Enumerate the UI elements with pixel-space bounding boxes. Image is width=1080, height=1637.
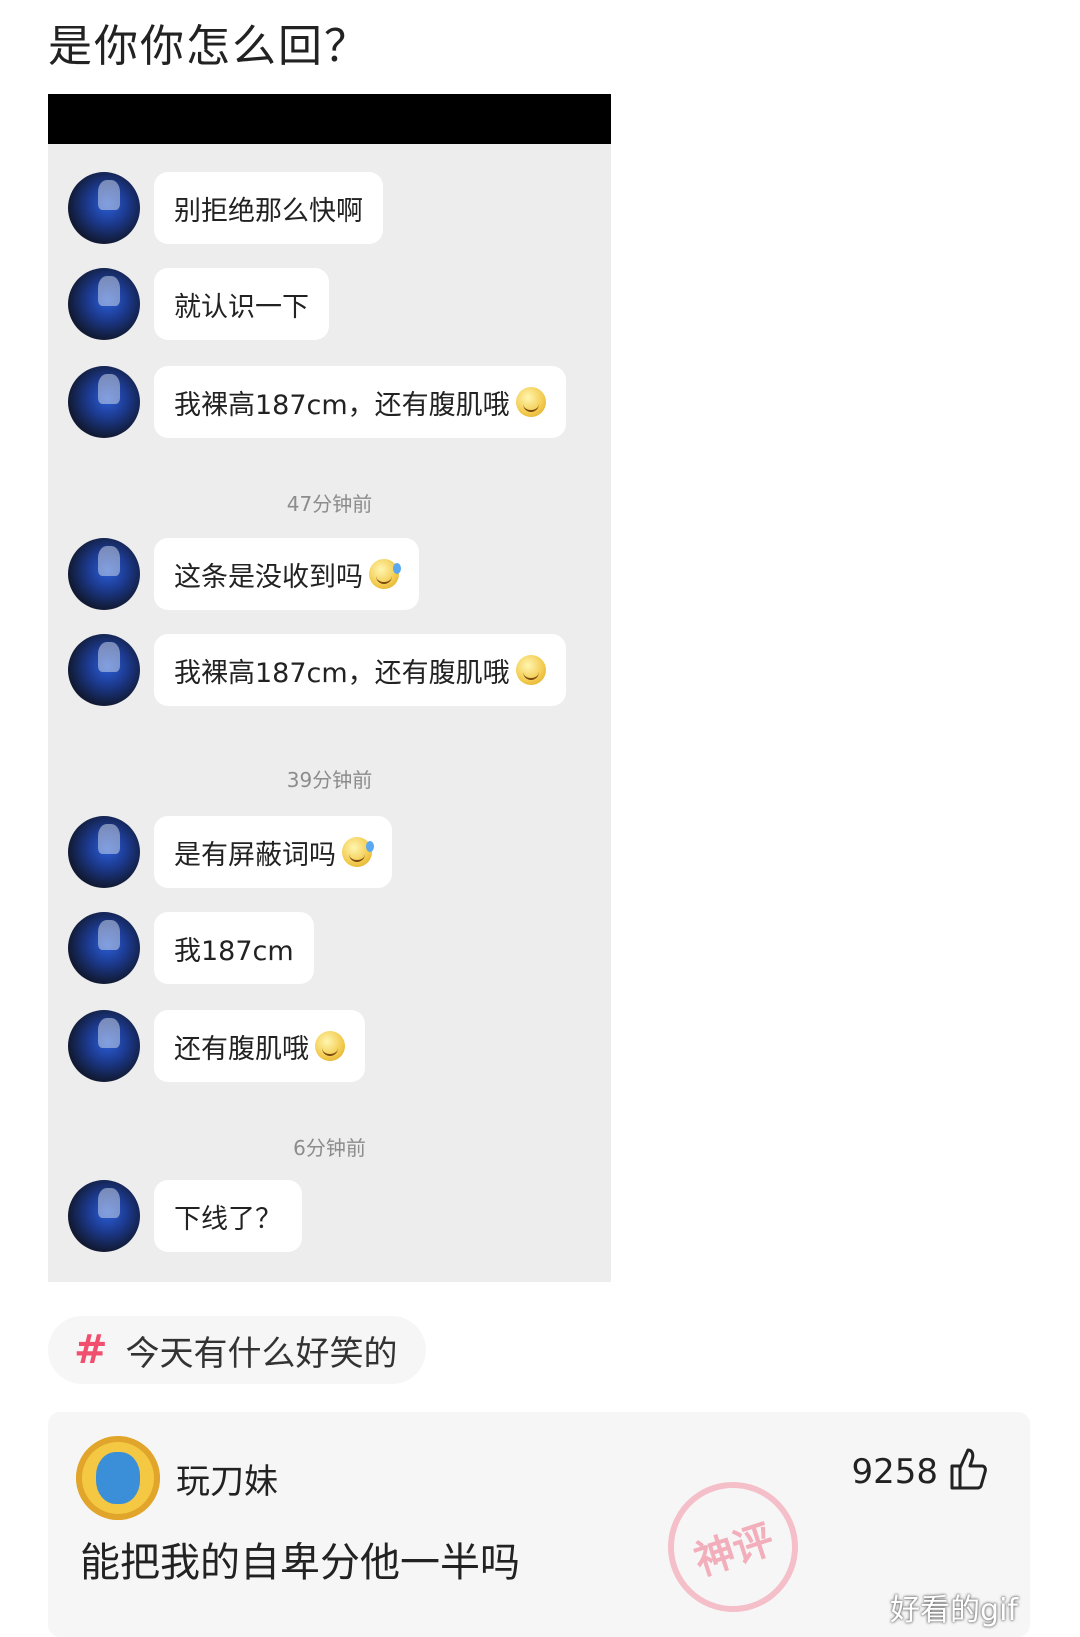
sender-avatar (68, 1180, 140, 1252)
hot-comment-badge: 神评 (651, 1465, 815, 1629)
sender-avatar (68, 268, 140, 340)
sender-avatar (68, 912, 140, 984)
topic-tag[interactable]: # 今天有什么好笑的 (48, 1316, 426, 1384)
message-bubble: 还有腹肌哦 (154, 1010, 365, 1082)
message-bubble: 是有屏蔽词吗 (154, 816, 392, 888)
message-bubble: 我裸高187cm，还有腹肌哦 (154, 366, 566, 438)
message-bubble: 我裸高187cm，还有腹肌哦 (154, 634, 566, 706)
message-bubble: 别拒绝那么快啊 (154, 172, 383, 244)
timestamp: 6分钟前 (293, 1136, 366, 1160)
comment-text: 能把我的自卑分他一半吗 (80, 1540, 520, 1586)
message-bubble: 就认识一下 (154, 268, 329, 340)
redaction-bar (48, 94, 611, 144)
message-bubble: 这条是没收到吗 (154, 538, 419, 610)
sender-avatar (68, 366, 140, 438)
smile-emoji-icon (515, 655, 546, 685)
sender-avatar (68, 172, 140, 244)
sweat-emoji-icon (369, 559, 401, 589)
hashtag-icon: # (74, 1327, 108, 1373)
post-title: 是你你怎么回？ (48, 21, 370, 72)
chat-screenshot: 别拒绝那么快啊 就认识一下 我裸高187cm，还有腹肌哦 47分钟前 这条是没收… (48, 94, 611, 1282)
sender-avatar (68, 634, 140, 706)
message-bubble: 下线了？ (154, 1180, 302, 1252)
commenter-name[interactable]: 玩刀妹 (176, 1454, 278, 1503)
thumbs-up-icon[interactable] (948, 1446, 988, 1492)
message-bubble: 我187cm (154, 912, 314, 984)
like-count: 9258 (851, 1452, 938, 1492)
smile-emoji-icon (515, 387, 546, 417)
smile-emoji-icon (315, 1031, 345, 1061)
timestamp: 47分钟前 (286, 492, 373, 516)
timestamp: 39分钟前 (286, 768, 373, 792)
sender-avatar (68, 1010, 140, 1082)
sender-avatar (68, 538, 140, 610)
top-comment: 玩刀妹 9258 神评 能把我的自卑分他一半吗 好看的gif (48, 1412, 1030, 1637)
commenter-avatar[interactable] (76, 1436, 160, 1520)
sender-avatar (68, 816, 140, 888)
sweat-emoji-icon (342, 837, 374, 867)
watermark: 好看的gif (890, 1593, 1018, 1628)
topic-label: 今天有什么好笑的 (125, 1333, 398, 1374)
